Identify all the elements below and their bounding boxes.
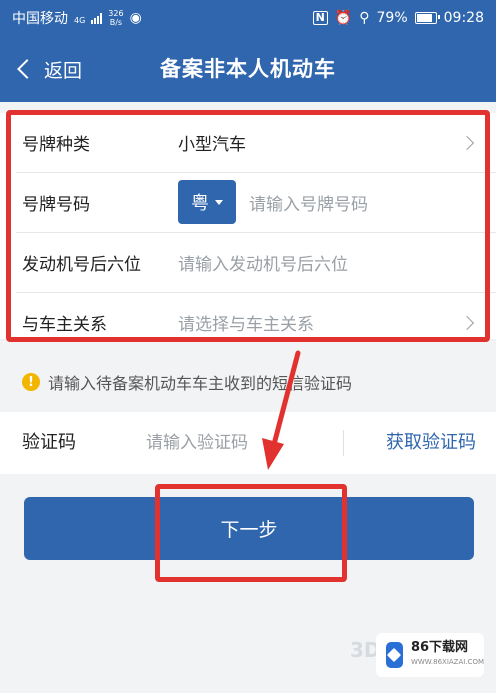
nav-bar: 返回 备案非本人机动车 xyxy=(0,36,496,102)
carrier-name: 中国移动 xyxy=(12,11,68,27)
verify-code-input[interactable]: 请输入验证码 xyxy=(146,412,248,474)
brand-url: WWW.86XIAZAI.COM xyxy=(410,658,484,666)
battery-icon xyxy=(414,12,440,24)
watermark-badge: 86下载网 WWW.86XIAZAI.COM xyxy=(376,633,484,677)
brand-logo-icon xyxy=(386,642,403,668)
eye-icon: ◉ xyxy=(129,10,142,26)
verify-row: 验证码 请输入验证码 获取验证码 xyxy=(0,412,496,474)
page-title: 备案非本人机动车 xyxy=(160,57,336,81)
tip-message: ! 请输入待备案机动车车主收到的短信验证码 xyxy=(22,370,352,394)
nfc-icon: N xyxy=(312,11,328,25)
divider xyxy=(343,430,344,456)
warning-icon: ! xyxy=(22,373,40,391)
highlight-box-next xyxy=(155,484,347,582)
signal-icon xyxy=(91,12,103,24)
network-speed: 326 B/s xyxy=(108,9,124,27)
alarm-icon: ⏰ xyxy=(334,10,353,26)
get-code-button[interactable]: 获取验证码 xyxy=(386,412,476,474)
brand-name: 86下载网 xyxy=(410,640,469,655)
clock-time: 09:28 xyxy=(443,10,484,26)
network-type: 4G xyxy=(74,16,86,25)
tip-text: 请输入待备案机动车车主收到的短信验证码 xyxy=(48,374,353,393)
highlight-box-form xyxy=(6,110,490,342)
location-icon: ⚲ xyxy=(359,10,370,26)
verify-label: 验证码 xyxy=(22,432,76,453)
status-bar: 中国移动 4G 326 B/s ◉ N ⏰ ⚲ 79% 09:28 xyxy=(0,0,496,36)
battery-percent: 79% xyxy=(376,10,408,26)
